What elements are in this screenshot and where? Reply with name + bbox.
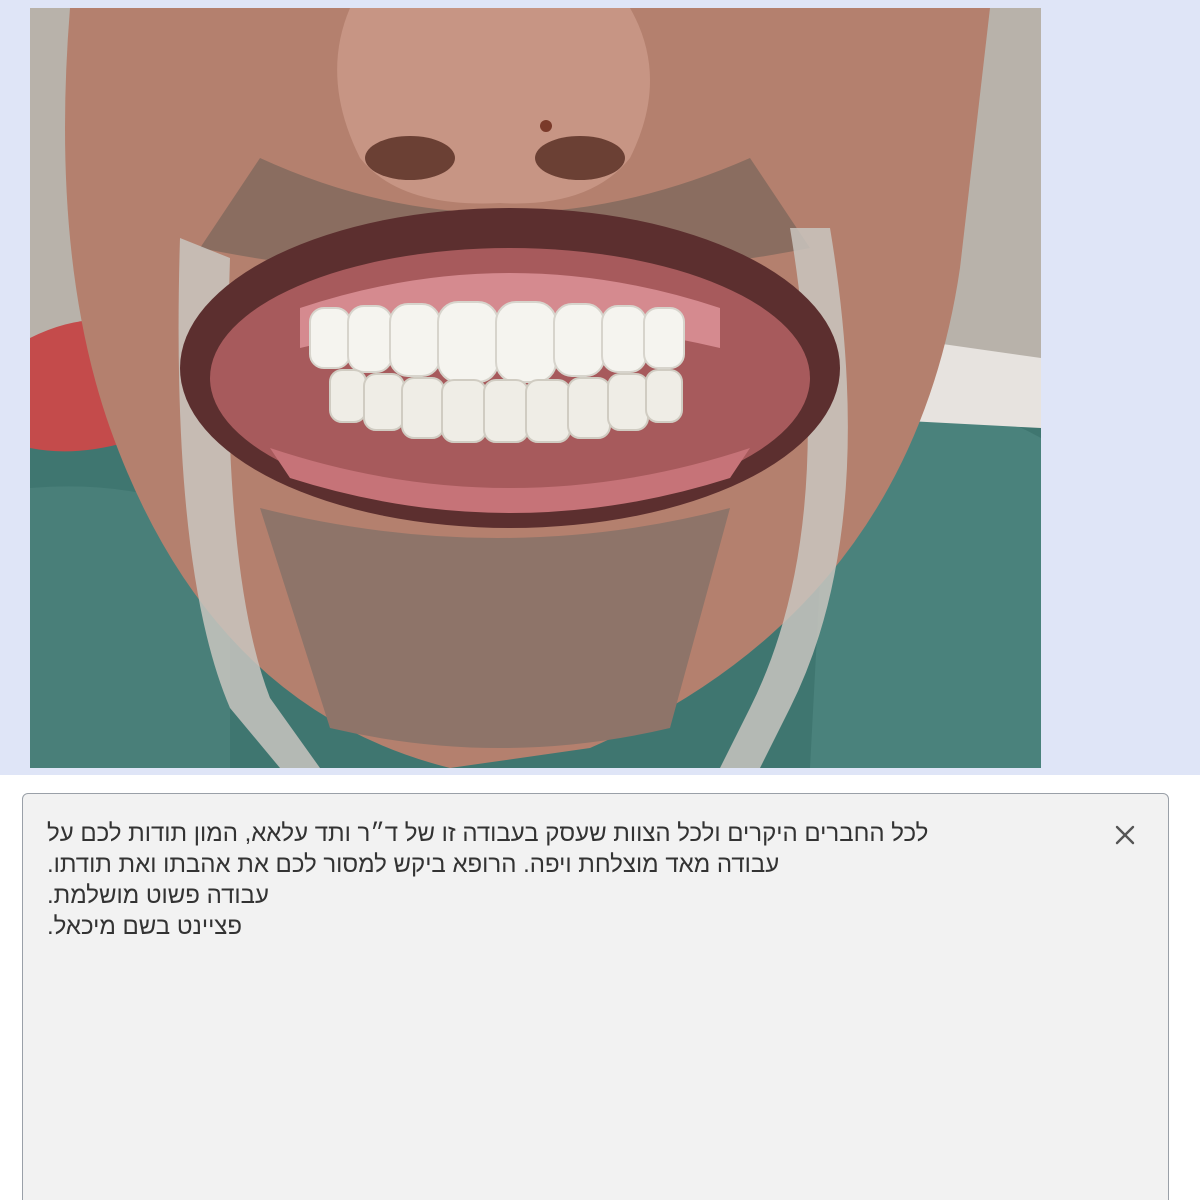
photo-area xyxy=(0,0,1200,775)
review-line: עבודה פשוט מושלמת. xyxy=(47,882,269,909)
dental-photo xyxy=(30,8,1041,768)
dental-photo-illustration xyxy=(30,8,1041,768)
review-line: עבודה מאד מוצלחת ויפה. הרופא ביקש למסור … xyxy=(47,851,780,878)
review-textbox[interactable]: לכל החברים היקרים ולכל הצוות שעסק בעבודה… xyxy=(22,793,1169,1200)
review-line: לכל החברים היקרים ולכל הצוות שעסק בעבודה… xyxy=(47,820,929,847)
close-icon xyxy=(1115,825,1135,845)
close-button[interactable] xyxy=(1110,820,1140,850)
review-line: פציינט בשם מיכאל. xyxy=(47,913,243,940)
review-text: לכל החברים היקרים ולכל הצוות שעסק בעבודה… xyxy=(47,818,1057,942)
